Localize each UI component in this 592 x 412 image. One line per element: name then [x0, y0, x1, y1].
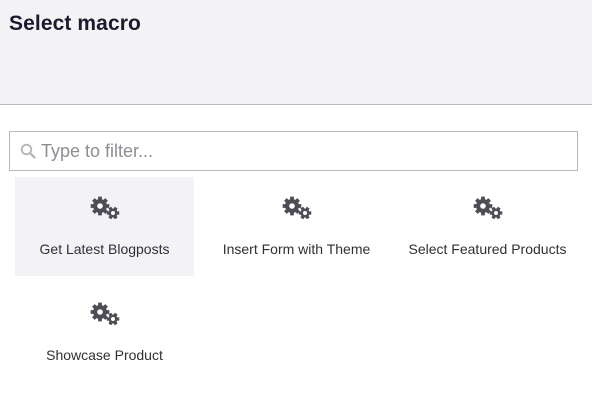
cogs-icon: [15, 195, 194, 221]
cogs-icon: [207, 195, 386, 221]
macro-tile[interactable]: Showcase Product: [15, 283, 194, 382]
dialog-header: Select macro: [0, 0, 592, 105]
page-title: Select macro: [9, 12, 141, 35]
macro-tile[interactable]: Get Latest Blogposts: [15, 177, 194, 276]
cogs-icon: [15, 301, 194, 327]
macro-label: Insert Form with Theme: [222, 241, 371, 257]
macro-label: Get Latest Blogposts: [39, 241, 170, 257]
macro-picker-dialog: Select macro Get Latest Blogposts Insert…: [0, 0, 592, 412]
macro-tile[interactable]: Select Featured Products: [398, 177, 577, 276]
macro-label: Select Featured Products: [408, 241, 567, 257]
filter-input[interactable]: [41, 140, 561, 162]
macro-label: Showcase Product: [46, 347, 163, 363]
filter-box[interactable]: [9, 131, 578, 171]
cogs-icon: [398, 195, 577, 221]
search-icon: [19, 142, 37, 160]
macro-tile[interactable]: Insert Form with Theme: [207, 177, 386, 276]
